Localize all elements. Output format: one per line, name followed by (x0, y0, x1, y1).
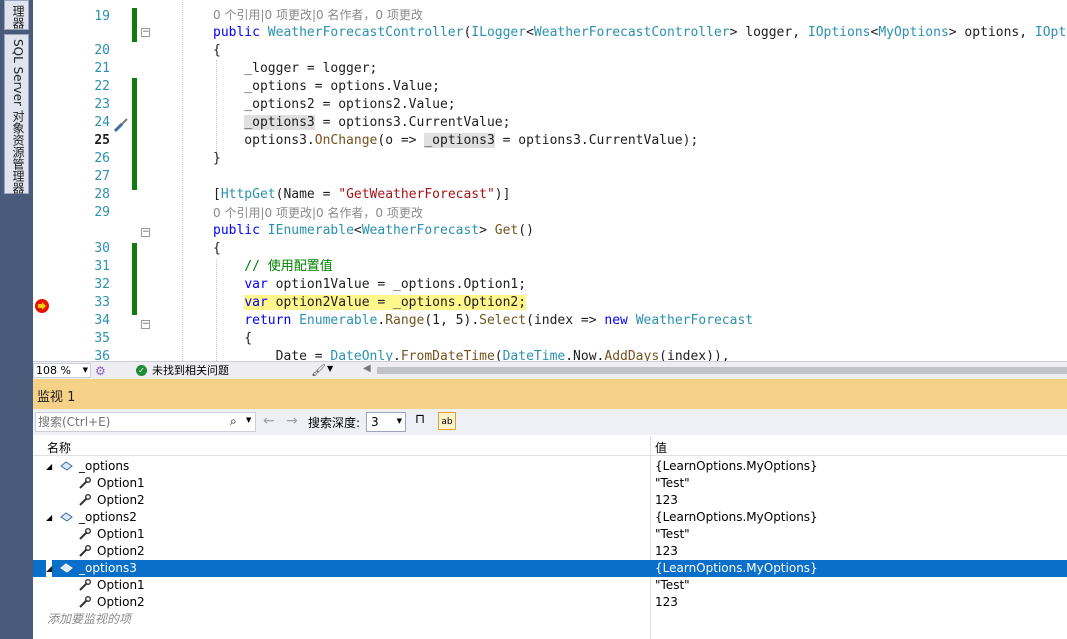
column-header-value[interactable]: 值 (655, 439, 667, 456)
column-header-name[interactable]: 名称 (47, 439, 71, 456)
intellicode-icon[interactable]: ⚙ (95, 364, 106, 378)
pin-icon[interactable]: ⊓ (415, 412, 425, 427)
watch-row-name: Option2 (97, 544, 145, 558)
sidebar-tab-server-explorer[interactable]: 理器 (4, 0, 29, 30)
wrench-icon (79, 545, 91, 557)
watch-row[interactable]: Option2 123 (33, 492, 1067, 509)
watch-row-value[interactable]: {LearnOptions.MyOptions} (655, 509, 818, 526)
watch-row-name: Option2 (97, 493, 145, 507)
zoom-value: 108 % (36, 364, 71, 377)
watch-row-name: _options3 (79, 561, 137, 575)
chevron-down-icon: ▼ (82, 366, 88, 374)
watch-row[interactable]: Option1 "Test" (33, 526, 1067, 543)
watch-row[interactable]: Option2 123 (33, 543, 1067, 560)
wrench-icon (79, 477, 91, 489)
code-line: 24 _options2 = options2.Value; (33, 96, 1067, 130)
forward-arrow-icon[interactable]: → (286, 413, 298, 429)
code-line: 22 _logger = logger; (33, 60, 1067, 94)
watch-title: 监视 1 (37, 390, 76, 405)
watch-row-value[interactable]: 123 (655, 543, 678, 560)
code-editor[interactable]: − − − 19 0 个引用|0 项更改|0 名作者，0 项更改 20 publ… (33, 0, 1067, 361)
code-line: 26 options3.OnChange(o => _options3 = op… (33, 132, 1067, 166)
tool-window-sidebar: 理器 SQL Server 对象资源管理器 (0, 0, 33, 639)
code-line: 28 (33, 168, 1067, 202)
code-line: 27 } (33, 150, 1067, 184)
object-icon (60, 512, 73, 522)
search-box[interactable]: ⌕ ▼ (35, 412, 256, 432)
code-cleanup-icon[interactable]: 🖌 (311, 363, 326, 377)
search-input[interactable] (38, 414, 226, 430)
watch-row[interactable]: Option1 "Test" (33, 577, 1067, 594)
code-line: 36 { (33, 330, 1067, 361)
watch-row-name: _options (79, 459, 130, 473)
search-icon[interactable]: ⌕ (230, 414, 237, 429)
codelens-text[interactable]: 0 个引用|0 项更改|0 名作者，0 项更改 (213, 6, 423, 24)
watch-row-name: Option2 (97, 595, 145, 609)
chevron-down-icon[interactable]: ▼ (246, 416, 251, 424)
watch-row-value[interactable]: "Test" (655, 526, 690, 543)
code-line: 31 { (33, 240, 1067, 274)
code-line: 32 // 使用配置值 (33, 258, 1067, 292)
watch-title-bar[interactable]: 监视 1 (33, 379, 1067, 409)
watch-row[interactable]: Option1 "Test" (33, 475, 1067, 492)
expand-triangle-icon[interactable]: ◢ (46, 509, 52, 526)
watch-row-value[interactable]: "Test" (655, 475, 690, 492)
check-icon: ✓ (136, 365, 147, 376)
wrench-icon (79, 596, 91, 608)
code-line: 35 return Enumerable.Range(1, 5).Select(… (33, 312, 1067, 346)
watch-row[interactable]: ◢ _options2 {LearnOptions.MyOptions} (33, 509, 1067, 526)
object-icon (60, 461, 73, 471)
wrench-icon (79, 579, 91, 591)
watch-row-value[interactable]: 123 (655, 492, 678, 509)
watch-row-name: Option1 (97, 578, 145, 592)
code-line: 29 [HttpGet(Name = "GetWeatherForecast")… (33, 186, 1067, 220)
watch-row-name: Option1 (97, 476, 145, 490)
expand-triangle-icon[interactable]: ◢ (46, 560, 53, 577)
code-line: 21 { (33, 42, 1067, 76)
watch-window: 监视 1 ⌕ ▼ ← → 搜索深度: 3 ▼ ⊓ ab 名称 值 ◢ _opti… (33, 379, 1067, 639)
search-depth-value: 3 (371, 415, 379, 429)
add-watch-row[interactable]: 添加要监视的项 (33, 611, 1067, 628)
object-icon (60, 563, 73, 573)
view-string-icon[interactable]: ab (438, 412, 456, 430)
wrench-icon (79, 494, 91, 506)
watch-toolbar: ⌕ ▼ ← → 搜索深度: 3 ▼ ⊓ ab (33, 409, 1067, 435)
watch-row[interactable]: Option2 123 (33, 594, 1067, 611)
wrench-icon (79, 528, 91, 540)
code-line-executing: 34 var option2Value = _options.Option2; (33, 294, 1067, 328)
watch-row-selected[interactable]: ◢ _options3 {LearnOptions.MyOptions} (33, 560, 1067, 577)
code-line: 33 var option1Value = _options.Option1; (33, 276, 1067, 310)
scroll-left-icon[interactable]: ◀ (363, 363, 371, 374)
watch-row-value[interactable]: "Test" (655, 577, 690, 594)
code-line: 37 Date = DateOnly.FromDateTime(DateTime… (213, 349, 730, 361)
sidebar-tab-sql-server-explorer[interactable]: SQL Server 对象资源管理器 (4, 34, 29, 194)
code-line: 20 public WeatherForecastController(ILog… (33, 24, 1067, 58)
code-line: 23 _options = options.Value; (33, 78, 1067, 112)
chevron-down-icon[interactable]: ▼ (327, 364, 333, 373)
editor-status-bar: 108 % ▼ ⚙ ✓ 未找到相关问题 🖌 ▼ ◀ (33, 361, 1067, 379)
codelens-text[interactable]: 0 个引用|0 项更改|0 名作者，0 项更改 (213, 204, 423, 222)
code-line: 30 public IEnumerable<WeatherForecast> G… (33, 222, 1067, 256)
back-arrow-icon[interactable]: ← (263, 413, 275, 429)
watch-grid-header: 名称 值 (33, 436, 1067, 456)
watch-row-value[interactable]: {LearnOptions.MyOptions} (655, 560, 818, 577)
add-watch-hint[interactable]: 添加要监视的项 (47, 611, 131, 628)
search-depth-label: 搜索深度: (308, 416, 361, 430)
codelens[interactable]: 0 个引用|0 项更改|0 名作者，0 项更改 (33, 6, 1067, 24)
watch-row-name: _options2 (79, 510, 137, 524)
issues-status[interactable]: 未找到相关问题 (152, 364, 229, 377)
chevron-down-icon: ▼ (396, 417, 402, 425)
watch-row[interactable]: ◢ _options {LearnOptions.MyOptions} (33, 458, 1067, 475)
watch-row-name: Option1 (97, 527, 145, 541)
search-depth-dropdown[interactable]: 3 ▼ (366, 412, 406, 432)
sidebar-tab-label: SQL Server 对象资源管理器 (11, 39, 25, 194)
expand-triangle-icon[interactable]: ◢ (46, 458, 52, 475)
watch-row-value[interactable]: {LearnOptions.MyOptions} (655, 458, 818, 475)
sidebar-tab-label: 理器 (11, 5, 25, 29)
horizontal-scrollbar[interactable] (377, 367, 1067, 374)
zoom-dropdown[interactable]: 108 % ▼ (33, 363, 91, 378)
code-line-current: 25 _options3 = options3.CurrentValue; (33, 114, 1067, 148)
watch-row-value[interactable]: 123 (655, 594, 678, 611)
codelens[interactable]: 0 个引用|0 项更改|0 名作者，0 项更改 (33, 204, 1067, 222)
